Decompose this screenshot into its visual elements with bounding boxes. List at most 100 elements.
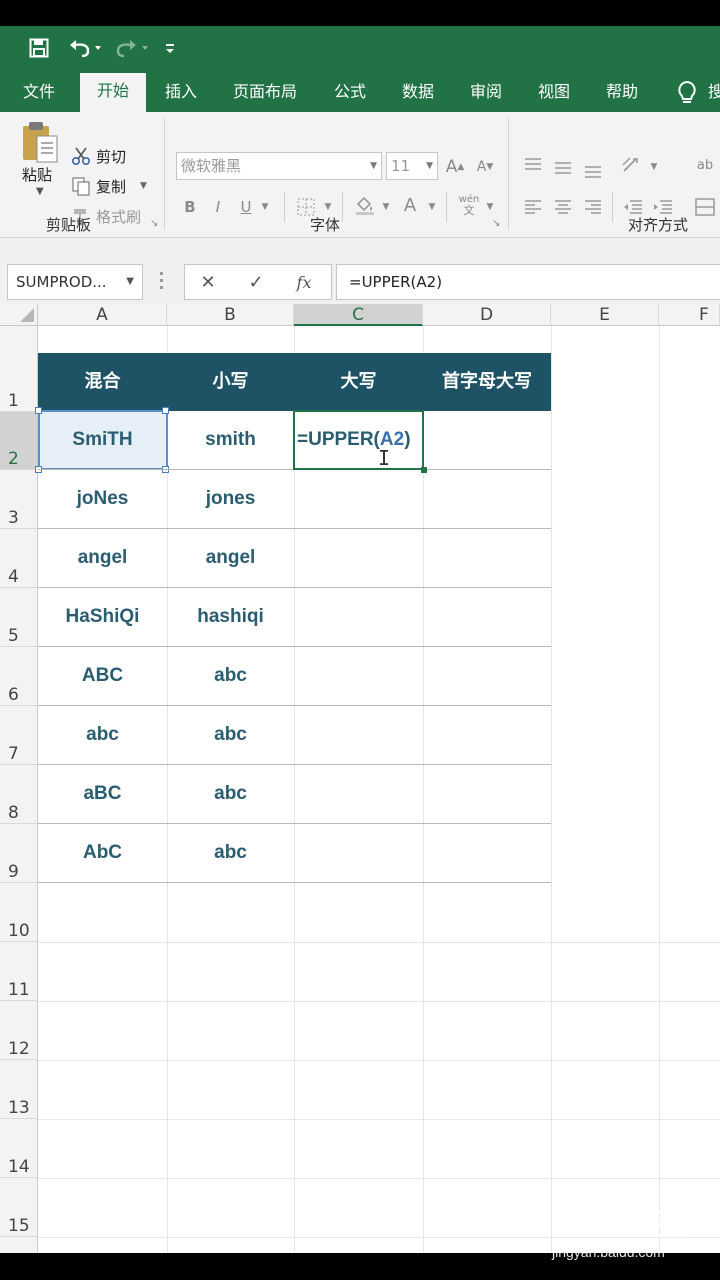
cell-b9[interactable]: abc — [167, 824, 294, 883]
enter-icon[interactable]: ✓ — [241, 265, 271, 299]
orientation-dropdown-icon[interactable]: ▼ — [648, 154, 660, 180]
align-center-icon[interactable] — [550, 194, 576, 220]
tab-insert[interactable]: 插入 — [150, 74, 212, 112]
wrap-text-icon[interactable]: ab — [692, 152, 718, 178]
cell-b5[interactable]: hashiqi — [167, 588, 294, 647]
underline-button[interactable]: U — [236, 194, 256, 220]
fill-dropdown-icon[interactable]: ▼ — [380, 194, 392, 220]
align-middle-icon[interactable] — [550, 154, 576, 180]
tab-data[interactable]: 数据 — [388, 74, 448, 112]
row-header-9[interactable]: 9 — [0, 824, 38, 883]
customize-qat-icon[interactable] — [162, 34, 178, 62]
align-left-icon[interactable] — [520, 194, 546, 220]
column-header-a[interactable]: A — [38, 304, 167, 326]
insert-function-icon[interactable]: fx — [289, 265, 319, 299]
row-7-rest[interactable] — [294, 706, 551, 765]
fill-color-icon[interactable] — [352, 192, 378, 218]
underline-dropdown-icon[interactable]: ▼ — [258, 194, 272, 220]
increase-font-icon[interactable]: A ▲ — [444, 154, 466, 180]
align-bottom-icon[interactable] — [580, 156, 606, 182]
select-all-button[interactable] — [0, 304, 38, 326]
cell-a7[interactable]: abc — [38, 706, 167, 765]
name-box-dropdown-icon[interactable]: ▼ — [126, 265, 134, 299]
tab-view[interactable]: 视图 — [524, 74, 584, 112]
redo-icon[interactable] — [112, 34, 152, 62]
worksheet-grid[interactable]: A B C D E F 1 2 3 4 5 6 7 8 9 10 11 12 1… — [0, 304, 720, 1253]
cell-c2-formula[interactable]: =UPPER(A2) — [297, 411, 411, 469]
row-header-6[interactable]: 6 — [0, 647, 38, 706]
italic-button[interactable]: I — [208, 194, 228, 220]
font-color-button[interactable]: A — [398, 192, 422, 218]
tab-file[interactable]: 文件 — [6, 74, 72, 112]
bold-button[interactable]: B — [180, 194, 200, 220]
row-header-16[interactable] — [0, 1237, 38, 1253]
cell-a2[interactable]: SmiTH — [38, 411, 167, 470]
row-header-11[interactable]: 11 — [0, 942, 38, 1001]
font-launcher-icon[interactable]: ↘ — [492, 218, 500, 229]
phonetic-dropdown-icon[interactable]: ▼ — [484, 194, 496, 220]
fill-handle[interactable] — [421, 467, 427, 473]
cell-a3[interactable]: joNes — [38, 470, 167, 529]
cell-b6[interactable]: abc — [167, 647, 294, 706]
row-header-12[interactable]: 12 — [0, 1001, 38, 1060]
column-header-b[interactable]: B — [167, 304, 294, 326]
tell-me-label[interactable]: 搜 — [708, 74, 720, 110]
row-3-rest[interactable] — [294, 470, 551, 529]
font-name-box[interactable]: 微软雅黑 ▼ — [176, 152, 382, 180]
cell-b3[interactable]: jones — [167, 470, 294, 529]
row-8-rest[interactable] — [294, 765, 551, 824]
formula-bar-grip[interactable] — [160, 272, 164, 294]
cell-b4[interactable]: angel — [167, 529, 294, 588]
orientation-icon[interactable] — [618, 152, 644, 178]
row-header-7[interactable]: 7 — [0, 706, 38, 765]
cell-a5[interactable]: HaShiQi — [38, 588, 167, 647]
column-header-d[interactable]: D — [423, 304, 551, 326]
tab-help[interactable]: 帮助 — [592, 74, 652, 112]
column-header-f[interactable]: F — [659, 304, 720, 326]
tab-formulas[interactable]: 公式 — [320, 74, 380, 112]
row-header-3[interactable]: 3 — [0, 470, 38, 529]
copy-dropdown-icon[interactable]: ▼ — [140, 181, 147, 191]
cell-b8[interactable]: abc — [167, 765, 294, 824]
cell-b1[interactable]: 小写 — [167, 353, 294, 411]
row-5-rest[interactable] — [294, 588, 551, 647]
row-header-15[interactable]: 15 — [0, 1178, 38, 1237]
lightbulb-icon[interactable] — [676, 80, 698, 106]
row-header-2[interactable]: 2 — [0, 412, 38, 470]
cell-c1[interactable]: 大写 — [294, 353, 423, 411]
cell-d1[interactable]: 首字母大写 — [423, 353, 551, 411]
align-right-icon[interactable] — [580, 194, 606, 220]
cell-a8[interactable]: aBC — [38, 765, 167, 824]
cancel-icon[interactable]: ✕ — [193, 265, 223, 299]
save-icon[interactable] — [26, 34, 52, 62]
phonetic-guide-button[interactable]: wén 文 — [454, 192, 484, 218]
copy-button[interactable]: 复制 ▼ — [70, 174, 147, 198]
tab-home[interactable]: 开始 — [80, 73, 146, 112]
cell-a1[interactable]: 混合 — [38, 353, 167, 411]
paste-dropdown-icon[interactable]: ▼ — [36, 186, 44, 197]
row-header-14[interactable]: 14 — [0, 1119, 38, 1178]
row-header-1[interactable]: 1 — [0, 326, 38, 412]
undo-icon[interactable] — [64, 34, 104, 62]
tab-page-layout[interactable]: 页面布局 — [220, 74, 310, 112]
font-size-box[interactable]: 11 ▼ — [386, 152, 438, 180]
clipboard-launcher-icon[interactable]: ↘ — [150, 218, 158, 229]
cell-a9[interactable]: AbC — [38, 824, 167, 883]
font-color-dropdown-icon[interactable]: ▼ — [426, 194, 438, 220]
cell-a6[interactable]: ABC — [38, 647, 167, 706]
tab-review[interactable]: 审阅 — [456, 74, 516, 112]
row-header-8[interactable]: 8 — [0, 765, 38, 824]
row-9-rest[interactable] — [294, 824, 551, 883]
paste-button[interactable]: 粘贴 — [22, 164, 52, 185]
cell-b2[interactable]: smith — [167, 411, 294, 470]
align-top-icon[interactable] — [520, 152, 546, 178]
decrease-font-icon[interactable]: A ▼ — [474, 154, 496, 180]
row-header-13[interactable]: 13 — [0, 1060, 38, 1119]
row-header-10[interactable]: 10 — [0, 883, 38, 942]
column-header-c[interactable]: C — [294, 304, 423, 326]
cell-a4[interactable]: angel — [38, 529, 167, 588]
row-header-4[interactable]: 4 — [0, 529, 38, 588]
cut-button[interactable]: 剪切 — [70, 144, 126, 168]
row-header-5[interactable]: 5 — [0, 588, 38, 647]
cell-b7[interactable]: abc — [167, 706, 294, 765]
